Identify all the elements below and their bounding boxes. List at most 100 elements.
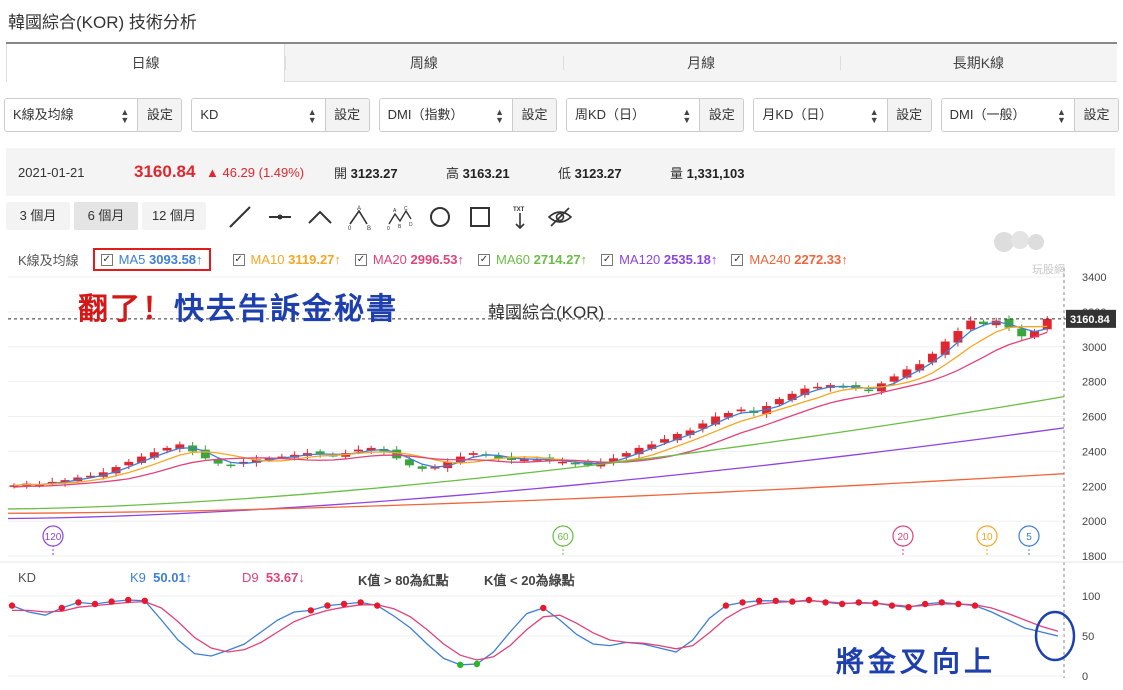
candle-body [353,449,363,452]
indicator-select[interactable]: 月KD（日） ▲ ▼ [754,99,887,131]
kd-red-dot [357,599,364,606]
range-12m-button[interactable]: 12 個月 [142,202,206,230]
kd-red-dot [58,604,66,612]
rectangle-tool-icon[interactable] [462,202,498,232]
trendline-tool-icon[interactable] [222,202,258,232]
indicator-select[interactable]: 周KD（日） ▲ ▼ [566,99,700,131]
kd-legend: KD K9 50.01↑ D9 53.67↓ K值 > 80為紅點 K值 < 2… [18,570,575,589]
abcd-pattern-tool-icon[interactable]: 0 A B C D [382,202,418,232]
kd-red-dot [739,599,746,606]
selector-group: 周KD（日） ▲ ▼ 設定 [565,98,745,132]
ma60-toggle[interactable]: ✓ MA60 2714.27↑ [478,252,587,267]
hide-drawings-icon[interactable] [542,202,578,232]
ma20-toggle[interactable]: ✓ MA20 2996.53↑ [354,252,465,267]
kd-red-dot [938,599,945,606]
ma-line-ma120 [7,427,1065,520]
kd-red-dot [108,598,115,605]
settings-button[interactable]: 設定 [511,99,556,131]
quote-volume: 量 1,331,103 [670,163,782,182]
ma-marker-label: 5 [1026,532,1032,543]
price-tick-label: 3000 [1082,342,1106,354]
kd-red-dot [324,602,331,609]
svg-text:0: 0 [348,226,352,230]
ma10-value: 3119.27↑ [288,252,341,267]
ma60-value: 2714.27↑ [533,252,588,267]
candle-body [558,461,567,464]
candle-body [124,461,134,466]
indicator-select[interactable]: DMI（一般） ▲ ▼ [941,99,1074,131]
kd-red-dot [872,600,879,607]
settings-button[interactable]: 設定 [324,99,369,131]
svg-text:A: A [393,208,397,214]
horizontal-line-tool-icon[interactable] [262,202,298,232]
open-value: 3123.27 [350,165,398,181]
svg-text:0: 0 [387,226,390,230]
kd-red-dot [722,602,730,609]
d9-name: D9 [242,570,259,585]
ma240-name: MA240 [749,252,791,267]
ma240-value: 2272.33↑ [794,252,848,267]
kd-green-dot [473,660,481,668]
ma-line-ma240 [7,473,1065,514]
ma5-value: 3093.58↑ [149,252,203,267]
settings-button[interactable]: 設定 [886,99,931,131]
kd-red-dot [141,597,149,604]
quote-high: 高 3163.21 [446,163,558,182]
range-3m-button[interactable]: 3 個月 [6,202,70,230]
abc-pattern-tool-icon[interactable]: 0 A B [342,202,378,232]
tab-monthly[interactable]: 月線 [562,44,840,82]
checkbox-icon: ✓ [601,253,614,266]
quote-open: 開 3123.27 [334,163,446,182]
candle-body [226,464,236,467]
ma-marker-label: 120 [45,532,62,543]
ma10-toggle[interactable]: ✓ MA10 3119.27↑ [232,252,341,267]
svg-text:C: C [404,206,408,212]
ma240-toggle[interactable]: ✓ MA240 2272.33↑ [731,252,848,267]
price-chart[interactable]: 3400320030002800260024002200200018003160… [0,268,1123,690]
indicator-select[interactable]: DMI（指數） ▲ ▼ [379,99,512,131]
k9-value: 50.01↑ [153,570,193,585]
kd-red-dot [789,598,796,605]
drawing-toolbar: 0 A B 0 A B C D TXT [222,202,578,232]
quote-bar: 2021-01-21 3160.84 ▲ 46.29 (1.49%) 開 312… [6,148,1115,196]
price-tick-label: 2400 [1082,446,1106,458]
svg-text:B: B [398,224,402,230]
settings-button[interactable]: 設定 [1073,99,1118,131]
price-tick-label: 3400 [1082,272,1106,284]
price-tick-label: 2200 [1082,481,1106,493]
candle-body [162,447,172,451]
selector-group: 月KD（日） ▲ ▼ 設定 [753,98,932,132]
circle-tool-icon[interactable] [422,202,458,232]
kd-red-dot [838,600,846,608]
select-value: 月KD（日） [762,107,833,122]
indicator-selectors: K線及均線 ▲ ▼ 設定 KD ▲ ▼ 設定 DMI（指數） ▲ ▼ 設定 周KD（日） ▲ ▼… [4,98,1119,132]
volume-label: 量 [670,165,684,181]
settings-button[interactable]: 設定 [699,99,744,131]
ma20-value: 2996.53↑ [410,252,465,267]
select-value: 周KD（日） [574,107,646,122]
kd-label: KD [18,570,37,585]
updown-arrow-icon: ▲ ▼ [495,107,504,125]
tab-daily[interactable]: 日線 [6,44,286,82]
quote-low: 低 3123.27 [558,163,670,182]
tab-weekly[interactable]: 周線 [285,44,563,82]
tab-long-term[interactable]: 長期K線 [839,44,1117,82]
ma120-toggle[interactable]: ✓ MA120 2535.18↑ [601,252,717,267]
angle-tool-icon[interactable] [302,202,338,232]
range-6m-button[interactable]: 6 個月 [74,202,138,230]
ma120-name: MA120 [619,252,661,267]
updown-arrow-icon: ▲ ▼ [1057,107,1066,125]
kd-green-dot [457,661,464,668]
text-tool-icon[interactable]: TXT [502,202,538,232]
kd-red-dot [772,597,779,604]
indicator-select[interactable]: KD ▲ ▼ [192,99,325,131]
settings-button[interactable]: 設定 [137,99,182,131]
kd-red-dot [971,602,979,609]
indicator-select[interactable]: K線及均線 ▲ ▼ [5,99,138,131]
low-value: 3123.27 [574,165,622,181]
kd-red-dot [125,596,132,604]
k9-item: K9 50.01↑ [130,570,242,589]
range-buttons: 3 個月 6 個月 12 個月 [6,202,206,230]
svg-text:D: D [409,222,413,228]
ma5-name: MA5 [118,252,146,267]
